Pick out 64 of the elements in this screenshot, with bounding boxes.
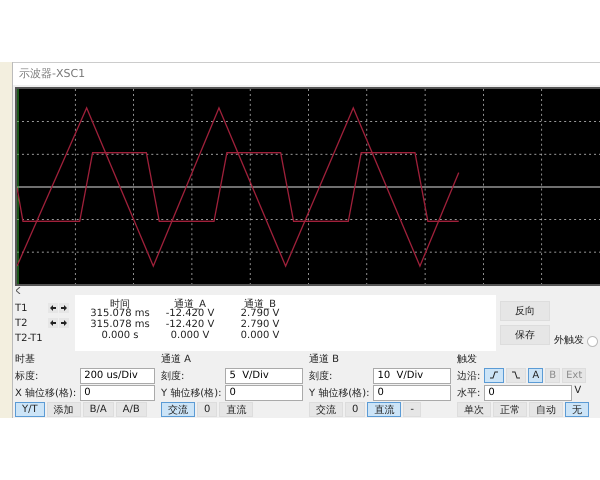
mode-button[interactable]: 正常: [493, 402, 527, 418]
section-title: 通道 A: [161, 352, 192, 366]
mode-button[interactable]: A/B: [116, 402, 147, 418]
coupling-button[interactable]: -: [403, 402, 421, 418]
mode-button[interactable]: Y/T: [15, 402, 45, 418]
table-cell-text: 0.000 s: [100, 330, 140, 342]
section-title: 通道 B: [309, 352, 340, 366]
field-label: Y 轴位移(格):: [309, 386, 370, 400]
falling-edge-icon: [510, 369, 522, 382]
table-cell-text: 0.000 V: [240, 330, 280, 342]
right-arrow-icon[interactable]: [59, 303, 69, 314]
ext-trigger-label: 外触发: [554, 334, 584, 347]
input-field[interactable]: 0: [373, 384, 451, 401]
left-arrow-icon[interactable]: [48, 318, 58, 328]
table-cell-text: -12.420 V: [164, 308, 216, 320]
coupling-button[interactable]: 直流: [219, 402, 254, 418]
section-title: 触发: [457, 352, 477, 366]
input-field[interactable]: 5 V/Div: [225, 368, 303, 384]
column-header: 时间: [110, 298, 130, 308]
field-label: 标度:: [15, 370, 40, 383]
column-header: 通道_A: [174, 298, 207, 308]
right-arrow-icon[interactable]: [59, 318, 69, 328]
cursor-label: T1: [15, 302, 28, 314]
input-field[interactable]: 10 V/Div: [373, 368, 451, 384]
cursor-label: T2: [15, 318, 28, 329]
radio-button[interactable]: [587, 336, 598, 347]
field-label: 水平:: [457, 386, 480, 400]
mode-button[interactable]: 无: [565, 402, 589, 418]
coupling-button[interactable]: 直流: [367, 402, 402, 418]
column-header: 通道_B: [244, 298, 276, 308]
table-cell-text: -12.420 V: [164, 319, 216, 330]
mode-button[interactable]: B/A: [82, 402, 114, 418]
coupling-button[interactable]: 0: [345, 402, 366, 418]
input-field[interactable]: 0: [484, 384, 572, 401]
table-cell-text: 315.078 ms: [89, 308, 151, 320]
section-title: 时基: [15, 352, 35, 366]
scroll-left-icon[interactable]: [16, 287, 21, 294]
rising-edge-icon: [488, 369, 500, 382]
panel-button[interactable]: 保存: [500, 325, 550, 346]
input-field[interactable]: 200 us/Div: [80, 368, 155, 384]
table-cell-text: 315.078 ms: [89, 319, 151, 330]
coupling-button[interactable]: 0: [197, 402, 218, 418]
coupling-button[interactable]: 交流: [309, 402, 343, 418]
field-label: X 轴位移(格):: [15, 386, 76, 400]
field-label: 边沿:: [457, 370, 480, 383]
left-arrow-icon[interactable]: [48, 303, 58, 314]
edge-button[interactable]: [484, 368, 504, 384]
field-label: 刻度:: [161, 370, 186, 383]
input-field[interactable]: 0: [225, 384, 303, 401]
panel-button[interactable]: 反向: [500, 301, 550, 322]
coupling-button[interactable]: 交流: [161, 402, 195, 418]
cursor-label: T2-T1: [15, 332, 44, 344]
mode-button[interactable]: 自动: [529, 402, 563, 418]
mode-button[interactable]: 单次: [457, 402, 491, 418]
field-label: 刻度:: [309, 370, 334, 383]
source-button[interactable]: A: [528, 368, 544, 384]
mode-button[interactable]: 添加: [46, 402, 81, 418]
table-cell-text: 2.790 V: [240, 319, 280, 330]
table-cell-text: 2.790 V: [240, 308, 280, 320]
input-field[interactable]: 0: [80, 384, 155, 401]
unit-label: V: [574, 384, 582, 398]
table-cell-text: 0.000 V: [170, 330, 210, 342]
window-title: 示波器-XSC1: [13, 63, 600, 84]
field-label: Y 轴位移(格):: [161, 386, 222, 400]
